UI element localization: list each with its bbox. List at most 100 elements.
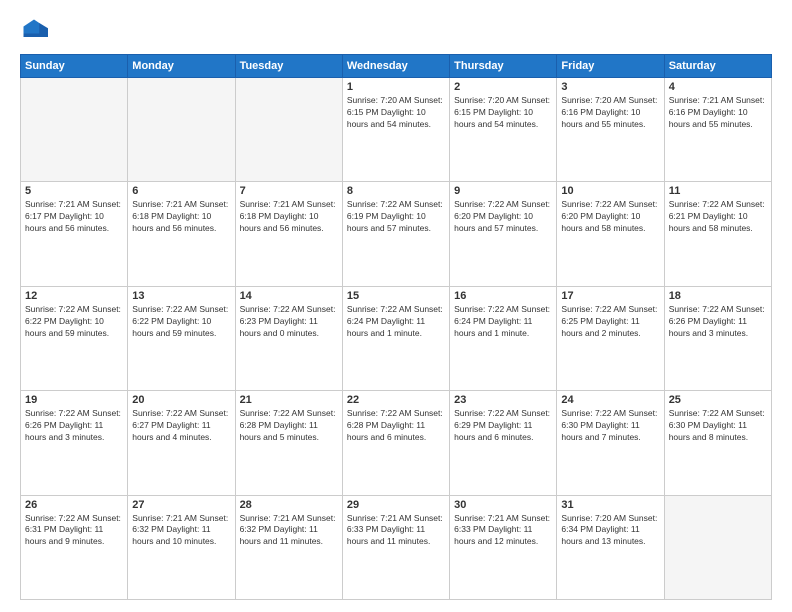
- day-number: 15: [347, 290, 445, 302]
- calendar-cell: 19 Sunrise: 7:22 AM Sunset: 6:26 PM Dayli…: [21, 391, 128, 495]
- calendar-cell: 8 Sunrise: 7:22 AM Sunset: 6:19 PM Daylig…: [342, 182, 449, 286]
- calendar-cell: 28 Sunrise: 7:21 AM Sunset: 6:32 PM Dayli…: [235, 495, 342, 599]
- calendar-cell: 26Sunrise: 7:22 AM Sunset: 6:31 PM Dayli…: [21, 495, 128, 599]
- calendar-cell: [664, 495, 771, 599]
- day-info: Sunrise: 7:22 AM Sunset: 6:19 PM Dayligh…: [347, 199, 445, 235]
- col-tuesday: Tuesday: [235, 55, 342, 78]
- day-info: Sunrise: 7:21 AM Sunset: 6:32 PM Dayligh…: [240, 513, 338, 549]
- day-number: 19: [25, 394, 123, 406]
- day-number: 28: [240, 499, 338, 511]
- calendar-week-row: 5 Sunrise: 7:21 AM Sunset: 6:17 PM Daylig…: [21, 182, 772, 286]
- calendar-cell: 18 Sunrise: 7:22 AM Sunset: 6:26 PM Dayli…: [664, 286, 771, 390]
- day-number: 1: [347, 81, 445, 93]
- day-info: Sunrise: 7:21 AM Sunset: 6:18 PM Dayligh…: [132, 199, 230, 235]
- calendar-cell: [235, 78, 342, 182]
- day-info: Sunrise: 7:22 AM Sunset: 6:28 PM Dayligh…: [347, 408, 445, 444]
- calendar-week-row: 12 Sunrise: 7:22 AM Sunset: 6:22 PM Dayli…: [21, 286, 772, 390]
- day-info: Sunrise: 7:22 AM Sunset: 6:28 PM Dayligh…: [240, 408, 338, 444]
- day-number: 30: [454, 499, 552, 511]
- day-number: 2: [454, 81, 552, 93]
- calendar-cell: 21 Sunrise: 7:22 AM Sunset: 6:28 PM Dayli…: [235, 391, 342, 495]
- day-info: Sunrise: 7:21 AM Sunset: 6:32 PM Dayligh…: [132, 513, 230, 549]
- logo: [20, 16, 52, 44]
- page: Sunday Monday Tuesday Wednesday Thursday…: [0, 0, 792, 612]
- calendar-cell: 10 Sunrise: 7:22 AM Sunset: 6:20 PM Dayli…: [557, 182, 664, 286]
- calendar-cell: 30 Sunrise: 7:21 AM Sunset: 6:33 PM Dayli…: [450, 495, 557, 599]
- day-number: 24: [561, 394, 659, 406]
- day-info: Sunrise: 7:21 AM Sunset: 6:17 PM Dayligh…: [25, 199, 123, 235]
- day-info: Sunrise: 7:22 AM Sunset: 6:30 PM Dayligh…: [669, 408, 767, 444]
- day-info: Sunrise: 7:22 AM Sunset: 6:23 PM Dayligh…: [240, 304, 338, 340]
- col-saturday: Saturday: [664, 55, 771, 78]
- calendar-cell: 6 Sunrise: 7:21 AM Sunset: 6:18 PM Daylig…: [128, 182, 235, 286]
- day-number: 4: [669, 81, 767, 93]
- day-info: Sunrise: 7:21 AM Sunset: 6:18 PM Dayligh…: [240, 199, 338, 235]
- calendar-table: Sunday Monday Tuesday Wednesday Thursday…: [20, 54, 772, 600]
- calendar-cell: 16 Sunrise: 7:22 AM Sunset: 6:24 PM Dayli…: [450, 286, 557, 390]
- day-info: Sunrise: 7:22 AM Sunset: 6:31 PM Dayligh…: [25, 513, 123, 549]
- day-info: Sunrise: 7:22 AM Sunset: 6:26 PM Dayligh…: [669, 304, 767, 340]
- calendar-cell: [128, 78, 235, 182]
- day-info: Sunrise: 7:22 AM Sunset: 6:24 PM Dayligh…: [454, 304, 552, 340]
- calendar-cell: 9Sunrise: 7:22 AM Sunset: 6:20 PM Daylig…: [450, 182, 557, 286]
- day-number: 8: [347, 185, 445, 197]
- calendar-cell: 7Sunrise: 7:21 AM Sunset: 6:18 PM Daylig…: [235, 182, 342, 286]
- logo-icon: [20, 16, 48, 44]
- calendar-cell: 1Sunrise: 7:20 AM Sunset: 6:15 PM Daylig…: [342, 78, 449, 182]
- header: [20, 16, 772, 44]
- day-info: Sunrise: 7:20 AM Sunset: 6:34 PM Dayligh…: [561, 513, 659, 549]
- day-info: Sunrise: 7:22 AM Sunset: 6:22 PM Dayligh…: [132, 304, 230, 340]
- day-number: 20: [132, 394, 230, 406]
- calendar-cell: 22 Sunrise: 7:22 AM Sunset: 6:28 PM Dayli…: [342, 391, 449, 495]
- day-number: 13: [132, 290, 230, 302]
- day-number: 21: [240, 394, 338, 406]
- calendar-header-row: Sunday Monday Tuesday Wednesday Thursday…: [21, 55, 772, 78]
- day-info: Sunrise: 7:20 AM Sunset: 6:16 PM Dayligh…: [561, 95, 659, 131]
- day-info: Sunrise: 7:22 AM Sunset: 6:20 PM Dayligh…: [561, 199, 659, 235]
- day-info: Sunrise: 7:22 AM Sunset: 6:20 PM Dayligh…: [454, 199, 552, 235]
- day-info: Sunrise: 7:21 AM Sunset: 6:33 PM Dayligh…: [454, 513, 552, 549]
- day-number: 12: [25, 290, 123, 302]
- calendar-cell: 29 Sunrise: 7:21 AM Sunset: 6:33 PM Dayli…: [342, 495, 449, 599]
- day-number: 29: [347, 499, 445, 511]
- calendar-week-row: 1 Sunrise: 7:20 AM Sunset: 6:15 PM Daylig…: [21, 78, 772, 182]
- day-number: 5: [25, 185, 123, 197]
- day-number: 23: [454, 394, 552, 406]
- day-number: 22: [347, 394, 445, 406]
- calendar-cell: 13 Sunrise: 7:22 AM Sunset: 6:22 PM Dayli…: [128, 286, 235, 390]
- day-info: Sunrise: 7:20 AM Sunset: 6:15 PM Dayligh…: [454, 95, 552, 131]
- calendar-cell: 15 Sunrise: 7:22 AM Sunset: 6:24 PM Dayli…: [342, 286, 449, 390]
- day-number: 16: [454, 290, 552, 302]
- day-info: Sunrise: 7:22 AM Sunset: 6:26 PM Dayligh…: [25, 408, 123, 444]
- day-info: Sunrise: 7:22 AM Sunset: 6:25 PM Dayligh…: [561, 304, 659, 340]
- day-number: 11: [669, 185, 767, 197]
- day-info: Sunrise: 7:22 AM Sunset: 6:24 PM Dayligh…: [347, 304, 445, 340]
- day-number: 3: [561, 81, 659, 93]
- calendar-cell: 25 Sunrise: 7:22 AM Sunset: 6:30 PM Dayli…: [664, 391, 771, 495]
- col-sunday: Sunday: [21, 55, 128, 78]
- calendar-cell: 31 Sunrise: 7:20 AM Sunset: 6:34 PM Dayli…: [557, 495, 664, 599]
- day-number: 6: [132, 185, 230, 197]
- day-info: Sunrise: 7:21 AM Sunset: 6:33 PM Dayligh…: [347, 513, 445, 549]
- calendar-cell: 4Sunrise: 7:21 AM Sunset: 6:16 PM Daylig…: [664, 78, 771, 182]
- day-info: Sunrise: 7:22 AM Sunset: 6:27 PM Dayligh…: [132, 408, 230, 444]
- calendar-cell: 23 Sunrise: 7:22 AM Sunset: 6:29 PM Dayli…: [450, 391, 557, 495]
- calendar-week-row: 26Sunrise: 7:22 AM Sunset: 6:31 PM Dayli…: [21, 495, 772, 599]
- day-info: Sunrise: 7:22 AM Sunset: 6:29 PM Dayligh…: [454, 408, 552, 444]
- day-number: 18: [669, 290, 767, 302]
- day-number: 17: [561, 290, 659, 302]
- day-number: 27: [132, 499, 230, 511]
- day-number: 10: [561, 185, 659, 197]
- calendar-cell: 11Sunrise: 7:22 AM Sunset: 6:21 PM Dayli…: [664, 182, 771, 286]
- calendar-week-row: 19 Sunrise: 7:22 AM Sunset: 6:26 PM Dayli…: [21, 391, 772, 495]
- calendar-cell: 5 Sunrise: 7:21 AM Sunset: 6:17 PM Daylig…: [21, 182, 128, 286]
- day-number: 31: [561, 499, 659, 511]
- calendar-cell: 24Sunrise: 7:22 AM Sunset: 6:30 PM Dayli…: [557, 391, 664, 495]
- calendar-cell: [21, 78, 128, 182]
- col-monday: Monday: [128, 55, 235, 78]
- day-number: 14: [240, 290, 338, 302]
- day-number: 25: [669, 394, 767, 406]
- col-friday: Friday: [557, 55, 664, 78]
- calendar-cell: 3 Sunrise: 7:20 AM Sunset: 6:16 PM Daylig…: [557, 78, 664, 182]
- calendar-cell: 17 Sunrise: 7:22 AM Sunset: 6:25 PM Dayli…: [557, 286, 664, 390]
